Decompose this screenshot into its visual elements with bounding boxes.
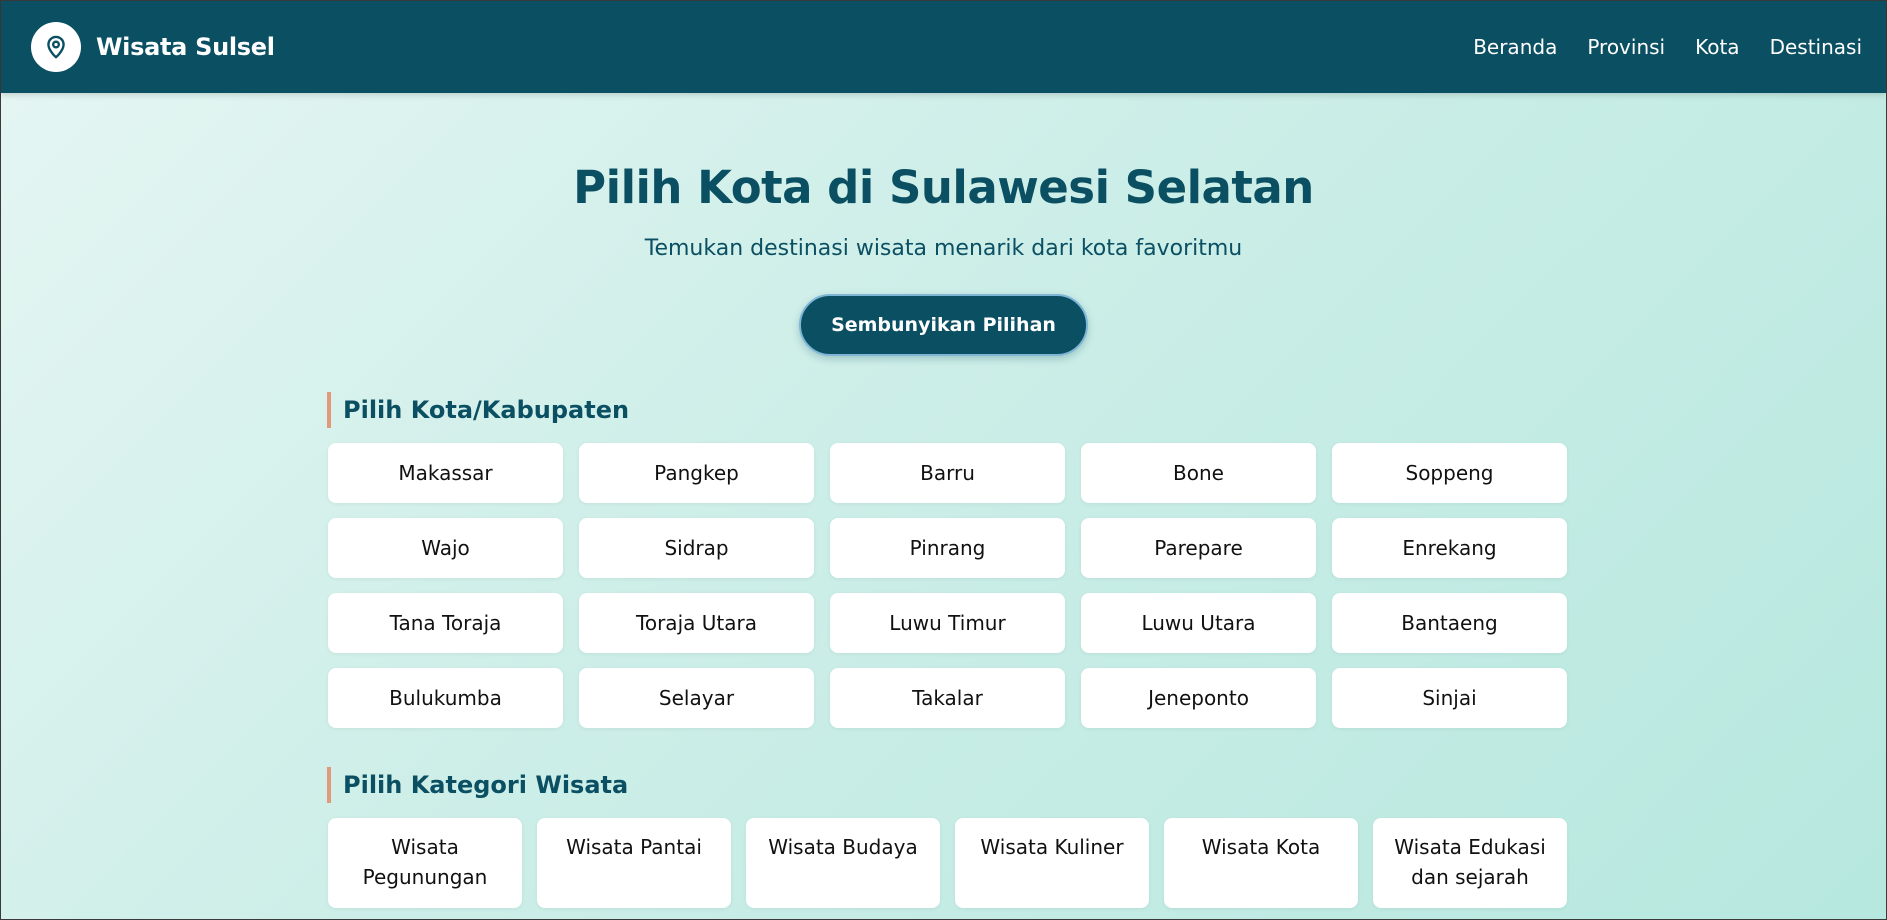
brand-name: Wisata Sulsel — [96, 33, 275, 61]
city-grid: Makassar Pangkep Barru Bone Soppeng Wajo… — [328, 443, 1567, 728]
city-card-pangkep[interactable]: Pangkep — [579, 443, 814, 503]
city-card-bone[interactable]: Bone — [1081, 443, 1316, 503]
category-card-kuliner[interactable]: Wisata Kuliner — [955, 818, 1149, 908]
category-card-pegunungan[interactable]: Wisata Pegunungan — [328, 818, 522, 908]
nav-menu: Beranda Provinsi Kota Destinasi — [1473, 35, 1862, 59]
nav-link-provinsi[interactable]: Provinsi — [1587, 35, 1665, 59]
category-card-edukasi[interactable]: Wisata Edukasi dan sejarah — [1373, 818, 1567, 908]
nav-link-kota[interactable]: Kota — [1695, 35, 1739, 59]
city-card-sidrap[interactable]: Sidrap — [579, 518, 814, 578]
hero-section: Pilih Kota di Sulawesi Selatan Temukan d… — [1, 161, 1886, 356]
city-card-enrekang[interactable]: Enrekang — [1332, 518, 1567, 578]
nav-link-beranda[interactable]: Beranda — [1473, 35, 1557, 59]
hide-options-button[interactable]: Sembunyikan Pilihan — [799, 294, 1088, 356]
city-card-wajo[interactable]: Wajo — [328, 518, 563, 578]
navbar: Wisata Sulsel Beranda Provinsi Kota Dest… — [1, 1, 1886, 93]
category-card-budaya[interactable]: Wisata Budaya — [746, 818, 940, 908]
city-card-pinrang[interactable]: Pinrang — [830, 518, 1065, 578]
city-card-bulukumba[interactable]: Bulukumba — [328, 668, 563, 728]
city-card-soppeng[interactable]: Soppeng — [1332, 443, 1567, 503]
city-card-luwu-utara[interactable]: Luwu Utara — [1081, 593, 1316, 653]
city-card-bantaeng[interactable]: Bantaeng — [1332, 593, 1567, 653]
city-card-takalar[interactable]: Takalar — [830, 668, 1065, 728]
city-section-heading: Pilih Kota/Kabupaten — [327, 392, 629, 428]
city-card-sinjai[interactable]: Sinjai — [1332, 668, 1567, 728]
map-pin-icon — [31, 22, 81, 72]
city-card-toraja-utara[interactable]: Toraja Utara — [579, 593, 814, 653]
city-card-selayar[interactable]: Selayar — [579, 668, 814, 728]
city-card-tana-toraja[interactable]: Tana Toraja — [328, 593, 563, 653]
brand[interactable]: Wisata Sulsel — [31, 22, 275, 72]
city-card-luwu-timur[interactable]: Luwu Timur — [830, 593, 1065, 653]
category-card-kota[interactable]: Wisata Kota — [1164, 818, 1358, 908]
city-card-parepare[interactable]: Parepare — [1081, 518, 1316, 578]
page-title: Pilih Kota di Sulawesi Selatan — [573, 161, 1314, 214]
city-card-barru[interactable]: Barru — [830, 443, 1065, 503]
city-card-makassar[interactable]: Makassar — [328, 443, 563, 503]
category-grid: Wisata Pegunungan Wisata Pantai Wisata B… — [328, 818, 1567, 908]
category-card-pantai[interactable]: Wisata Pantai — [537, 818, 731, 908]
city-card-jeneponto[interactable]: Jeneponto — [1081, 668, 1316, 728]
category-section-heading: Pilih Kategori Wisata — [327, 767, 628, 803]
page-subtitle: Temukan destinasi wisata menarik dari ko… — [644, 236, 1243, 261]
nav-link-destinasi[interactable]: Destinasi — [1770, 35, 1862, 59]
